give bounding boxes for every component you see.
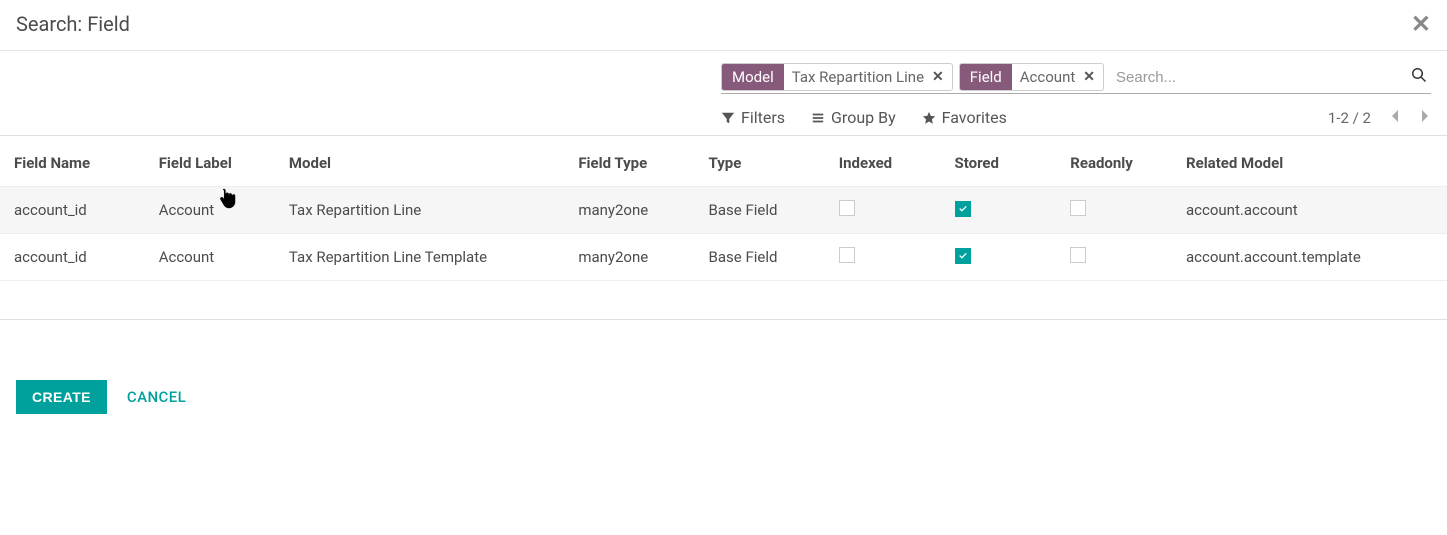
search-bar[interactable]: Model Tax Repartition Line ✕ Field Accou…: [721, 63, 1431, 94]
facet-value: Tax Repartition Line: [784, 64, 932, 90]
star-icon: [922, 111, 936, 125]
table-row[interactable]: account_id Account Tax Repartition Line …: [0, 234, 1447, 281]
col-model[interactable]: Model: [275, 136, 564, 187]
modal-header: Search: Field ✕: [0, 0, 1447, 51]
filters-label: Filters: [741, 108, 785, 127]
facet-value: Account: [1012, 64, 1084, 90]
pager-next[interactable]: [1419, 109, 1431, 127]
facet-label: Field: [960, 64, 1012, 90]
facet-field[interactable]: Field Account ✕: [959, 63, 1104, 91]
col-field-label[interactable]: Field Label: [145, 136, 275, 187]
chevron-left-icon: [1389, 109, 1401, 123]
cell-model: Tax Repartition Line Template: [275, 234, 564, 281]
data-grid: Field Name Field Label Model Field Type …: [0, 135, 1447, 320]
col-field-name[interactable]: Field Name: [0, 136, 145, 187]
checkbox-icon: [839, 200, 855, 216]
cell-field-type: many2one: [564, 187, 694, 234]
group-by-label: Group By: [831, 108, 896, 127]
facet-label: Model: [722, 64, 784, 90]
cell-model: Tax Repartition Line: [275, 187, 564, 234]
checkbox-icon: [955, 201, 971, 217]
cell-field-name: account_id: [0, 234, 145, 281]
cell-related-model: account.account.template: [1172, 234, 1447, 281]
close-icon[interactable]: ✕: [1083, 69, 1103, 85]
cell-readonly: [1056, 187, 1172, 234]
toolbar-row: Filters Group By Favorites 1-2 / 2: [721, 108, 1431, 127]
list-icon: [811, 111, 825, 125]
search-icon[interactable]: [1407, 67, 1431, 88]
control-panel: Model Tax Repartition Line ✕ Field Accou…: [0, 51, 1447, 135]
facet-model[interactable]: Model Tax Repartition Line ✕: [721, 63, 953, 91]
col-stored[interactable]: Stored: [941, 136, 1057, 187]
cell-field-label: Account: [145, 234, 275, 281]
filters-button[interactable]: Filters: [721, 108, 785, 127]
favorites-label: Favorites: [942, 108, 1007, 127]
checkbox-icon: [1070, 200, 1086, 216]
chevron-right-icon: [1419, 109, 1431, 123]
cell-field-type: many2one: [564, 234, 694, 281]
table-header-row: Field Name Field Label Model Field Type …: [0, 136, 1447, 187]
cell-field-label: Account: [145, 187, 275, 234]
cell-stored: [941, 187, 1057, 234]
checkbox-icon: [955, 248, 971, 264]
pager-text: 1-2 / 2: [1328, 109, 1371, 127]
create-button[interactable]: CREATE: [16, 380, 107, 414]
checkbox-icon: [839, 247, 855, 263]
close-icon[interactable]: ✕: [1411, 12, 1431, 36]
col-related-model[interactable]: Related Model: [1172, 136, 1447, 187]
cell-indexed: [825, 187, 941, 234]
cell-type: Base Field: [695, 234, 825, 281]
cell-readonly: [1056, 234, 1172, 281]
cell-related-model: account.account: [1172, 187, 1447, 234]
cell-stored: [941, 234, 1057, 281]
close-icon[interactable]: ✕: [932, 69, 952, 85]
cell-field-name: account_id: [0, 187, 145, 234]
cursor-hand-icon: [217, 187, 237, 213]
search-input[interactable]: [1110, 65, 1407, 90]
cell-type: Base Field: [695, 187, 825, 234]
modal-title: Search: Field: [16, 12, 130, 36]
col-field-type[interactable]: Field Type: [564, 136, 694, 187]
cell-indexed: [825, 234, 941, 281]
table-row[interactable]: account_id Account Tax Repartition Line …: [0, 187, 1447, 234]
grid-spacer: [0, 280, 1447, 320]
cancel-button[interactable]: CANCEL: [127, 388, 186, 406]
favorites-button[interactable]: Favorites: [922, 108, 1007, 127]
col-readonly[interactable]: Readonly: [1056, 136, 1172, 187]
col-indexed[interactable]: Indexed: [825, 136, 941, 187]
filter-icon: [721, 111, 735, 125]
col-type[interactable]: Type: [695, 136, 825, 187]
group-by-button[interactable]: Group By: [811, 108, 896, 127]
pager-prev[interactable]: [1389, 109, 1401, 127]
dialog-footer: CREATE CANCEL: [0, 320, 1447, 434]
checkbox-icon: [1070, 247, 1086, 263]
